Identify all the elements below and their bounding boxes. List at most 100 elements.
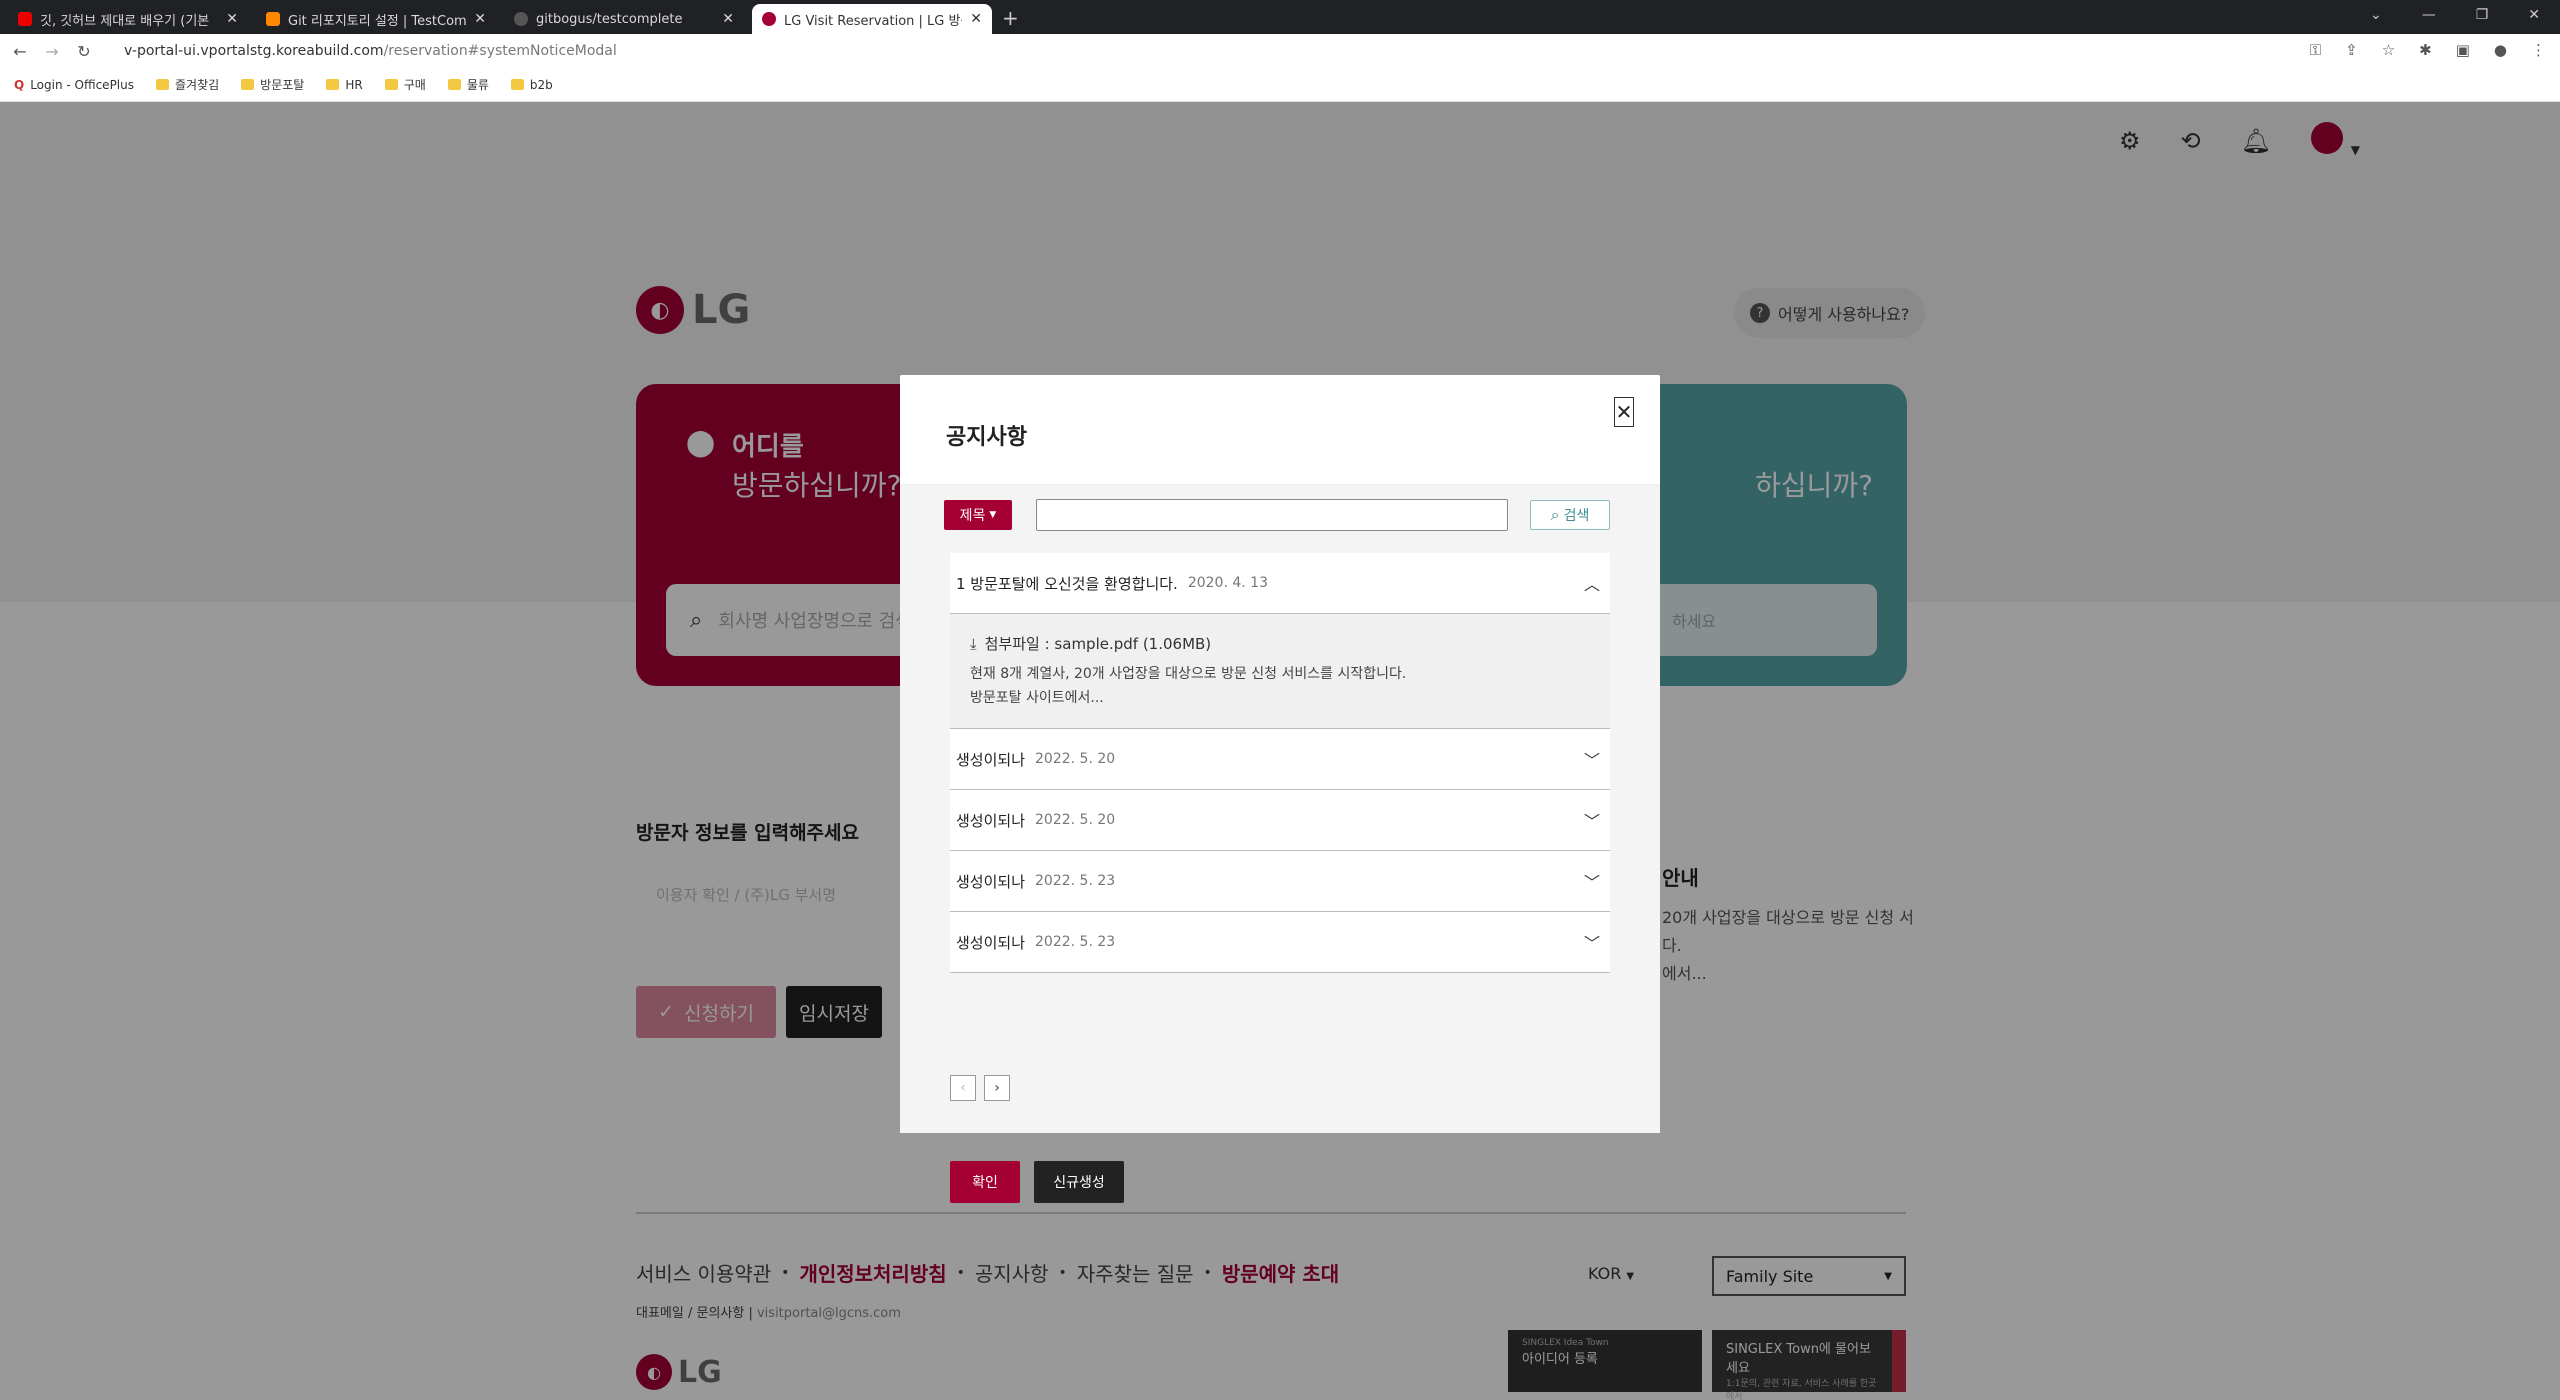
notice-row[interactable]: 생성이되나 2022. 5. 23 ﹀ — [950, 912, 1610, 973]
tab-search-icon[interactable]: ⌄ — [2370, 7, 2382, 23]
notice-body-line: 방문포탈 사이트에서... — [970, 690, 1104, 706]
modal-footer: 확인 신규생성 — [950, 1161, 1124, 1203]
filter-select[interactable]: 제목 ▼ — [944, 500, 1012, 530]
close-tab-icon[interactable]: ✕ — [970, 11, 982, 27]
prev-page-icon[interactable]: ‹ — [950, 1075, 976, 1101]
bookmark-folder[interactable]: 물류 — [447, 76, 489, 93]
close-tab-icon[interactable]: ✕ — [722, 11, 734, 27]
attachment-label: 첨부파일 : sample.pdf (1.06MB) — [984, 635, 1212, 653]
close-icon[interactable]: ✕ — [1614, 397, 1634, 427]
notice-list: 1 방문포탈에 오신것을 환영합니다. 2020. 4. 13 ︿ ⤓ 첨부파일 … — [950, 553, 1610, 973]
bookmark-label: 방문포탈 — [260, 78, 305, 92]
site-icon — [266, 12, 280, 26]
address-bar-actions: ⚿ ⇪ ☆ ✱ ▣ ● ⋮ — [2310, 41, 2546, 59]
menu-icon[interactable]: ⋮ — [2531, 41, 2546, 59]
create-new-button[interactable]: 신규생성 — [1034, 1161, 1124, 1203]
close-tab-icon[interactable]: ✕ — [474, 11, 486, 27]
bookmark-label: 물류 — [466, 78, 489, 92]
folder-icon — [447, 79, 461, 90]
notice-date: 2022. 5. 20 — [1035, 751, 1116, 767]
browser-tabbar: 깃, 깃허브 제대로 배우기 (기본 ✕ Git 리포지토리 설정 | Test… — [0, 0, 2560, 34]
caret-down-icon: ▼ — [989, 510, 997, 520]
address-bar: ← → ↻ v-portal-ui.vportalstg.koreabuild.… — [0, 34, 2560, 68]
confirm-label: 확인 — [972, 1175, 998, 1191]
url-field[interactable]: v-portal-ui.vportalstg.koreabuild.com/re… — [124, 43, 617, 59]
bookmark-folder[interactable]: 방문포탈 — [241, 76, 304, 93]
pagination: ‹ › — [950, 1075, 1010, 1101]
window-close-icon[interactable]: ✕ — [2528, 7, 2540, 23]
page-content: ⚙ ⟲ 🔔︎ ▼ ◐ LG ? 어떻게 사용하나요? 하십니까? 하세요 ⬤ 어… — [0, 102, 2560, 1400]
tab-title: gitbogus/testcomplete — [536, 11, 683, 27]
bookmark-label: Login - OfficePlus — [30, 77, 134, 92]
browser-tab-active[interactable]: LG Visit Reservation | LG 방문 ! ✕ — [752, 4, 992, 34]
notice-row[interactable]: 1 방문포탈에 오신것을 환영합니다. 2020. 4. 13 ︿ — [950, 553, 1610, 614]
reload-icon[interactable]: ↻ — [72, 42, 96, 61]
close-tab-icon[interactable]: ✕ — [226, 11, 238, 27]
tab-title: LG Visit Reservation | LG 방문 ! — [784, 13, 963, 29]
key-icon[interactable]: ⚿ — [2310, 41, 2321, 59]
notice-title: 생성이되나 — [956, 811, 1026, 830]
profile-icon[interactable]: ● — [2494, 41, 2507, 59]
notice-title: 생성이되나 — [956, 872, 1026, 891]
notice-title: 생성이되나 — [956, 933, 1026, 952]
restore-icon[interactable]: ❐ — [2476, 7, 2489, 23]
lg-icon — [762, 12, 776, 26]
bookmarks-bar: Q Login - OfficePlus 즐겨찾김 방문포탈 HR 구매 물류 b… — [0, 68, 2560, 102]
browser-tab[interactable]: 깃, 깃허브 제대로 배우기 (기본 ✕ — [8, 4, 248, 34]
notice-search-button[interactable]: ⌕ 검색 — [1530, 500, 1610, 530]
bookmark-folder[interactable]: 구매 — [384, 76, 426, 93]
officeplus-icon: Q — [14, 77, 25, 92]
notice-body-line: 현재 8개 계열사, 20개 사업장을 대상으로 방문 신청 서비스를 시작합니… — [970, 666, 1407, 682]
bookmark-label: HR — [345, 77, 363, 92]
chevron-down-icon[interactable]: ﹀ — [1584, 808, 1600, 832]
notice-row[interactable]: 생성이되나 2022. 5. 23 ﹀ — [950, 851, 1610, 912]
filter-select-label: 제목 — [959, 508, 986, 524]
search-button-label: 검색 — [1563, 508, 1590, 524]
minimize-icon[interactable]: — — [2422, 7, 2436, 23]
notice-date: 2022. 5. 23 — [1035, 873, 1116, 889]
bookmark-folder[interactable]: 즐겨찾김 — [156, 76, 219, 93]
confirm-button[interactable]: 확인 — [950, 1161, 1020, 1203]
next-page-icon[interactable]: › — [984, 1075, 1010, 1101]
share-icon[interactable]: ⇪ — [2345, 41, 2358, 59]
chevron-down-icon[interactable]: ﹀ — [1584, 930, 1600, 954]
youtube-icon — [18, 12, 32, 26]
notice-title: 생성이되나 — [956, 750, 1026, 769]
folder-icon — [326, 79, 340, 90]
chevron-up-icon[interactable]: ︿ — [1584, 571, 1600, 595]
extensions-icon[interactable]: ✱ — [2419, 41, 2432, 59]
back-icon[interactable]: ← — [8, 42, 32, 61]
create-new-label: 신규생성 — [1053, 1175, 1105, 1191]
bookmark-item[interactable]: Q Login - OfficePlus — [14, 78, 134, 92]
browser-tab[interactable]: Git 리포지토리 설정 | TestComp ✕ — [256, 4, 496, 34]
star-icon[interactable]: ☆ — [2382, 41, 2395, 59]
url-host: v-portal-ui.vportalstg.koreabuild.com — [124, 43, 384, 59]
chevron-down-icon[interactable]: ﹀ — [1584, 747, 1600, 771]
download-icon: ⤓ — [970, 635, 977, 653]
notice-search-input[interactable] — [1036, 499, 1508, 531]
bookmark-folder[interactable]: HR — [326, 77, 363, 92]
sidepanel-icon[interactable]: ▣ — [2456, 41, 2470, 59]
attachment-link[interactable]: ⤓ 첨부파일 : sample.pdf (1.06MB) — [970, 632, 1590, 656]
search-icon: ⌕ — [1550, 505, 1560, 524]
chevron-down-icon[interactable]: ﹀ — [1584, 869, 1600, 893]
github-icon — [514, 12, 528, 26]
forward-icon[interactable]: → — [40, 42, 64, 61]
new-tab-icon[interactable]: + — [1002, 6, 1019, 30]
tab-title: Git 리포지토리 설정 | TestComp — [288, 13, 467, 29]
browser-tab[interactable]: gitbogus/testcomplete ✕ — [504, 4, 744, 34]
url-path: /reservation#systemNoticeModal — [383, 43, 617, 59]
bookmark-label: 구매 — [403, 78, 426, 92]
folder-icon — [384, 79, 398, 90]
bookmark-folder[interactable]: b2b — [510, 78, 553, 92]
folder-icon — [156, 79, 169, 90]
notice-row[interactable]: 생성이되나 2022. 5. 20 ﹀ — [950, 729, 1610, 790]
window-controls: ⌄ — ❐ ✕ — [2370, 0, 2560, 30]
notice-row[interactable]: 생성이되나 2022. 5. 20 ﹀ — [950, 790, 1610, 851]
notice-date: 2022. 5. 20 — [1035, 812, 1116, 828]
modal-header: 공지사항 ✕ — [900, 375, 1660, 485]
notice-date: 2020. 4. 13 — [1187, 575, 1268, 591]
notice-modal: 공지사항 ✕ 제목 ▼ ⌕ 검색 1 방문포탈에 오신것을 환영합니다. 2020.… — [900, 375, 1660, 1203]
notice-detail: ⤓ 첨부파일 : sample.pdf (1.06MB) 현재 8개 계열사, 2… — [950, 614, 1610, 729]
tab-title: 깃, 깃허브 제대로 배우기 (기본 — [40, 13, 210, 29]
